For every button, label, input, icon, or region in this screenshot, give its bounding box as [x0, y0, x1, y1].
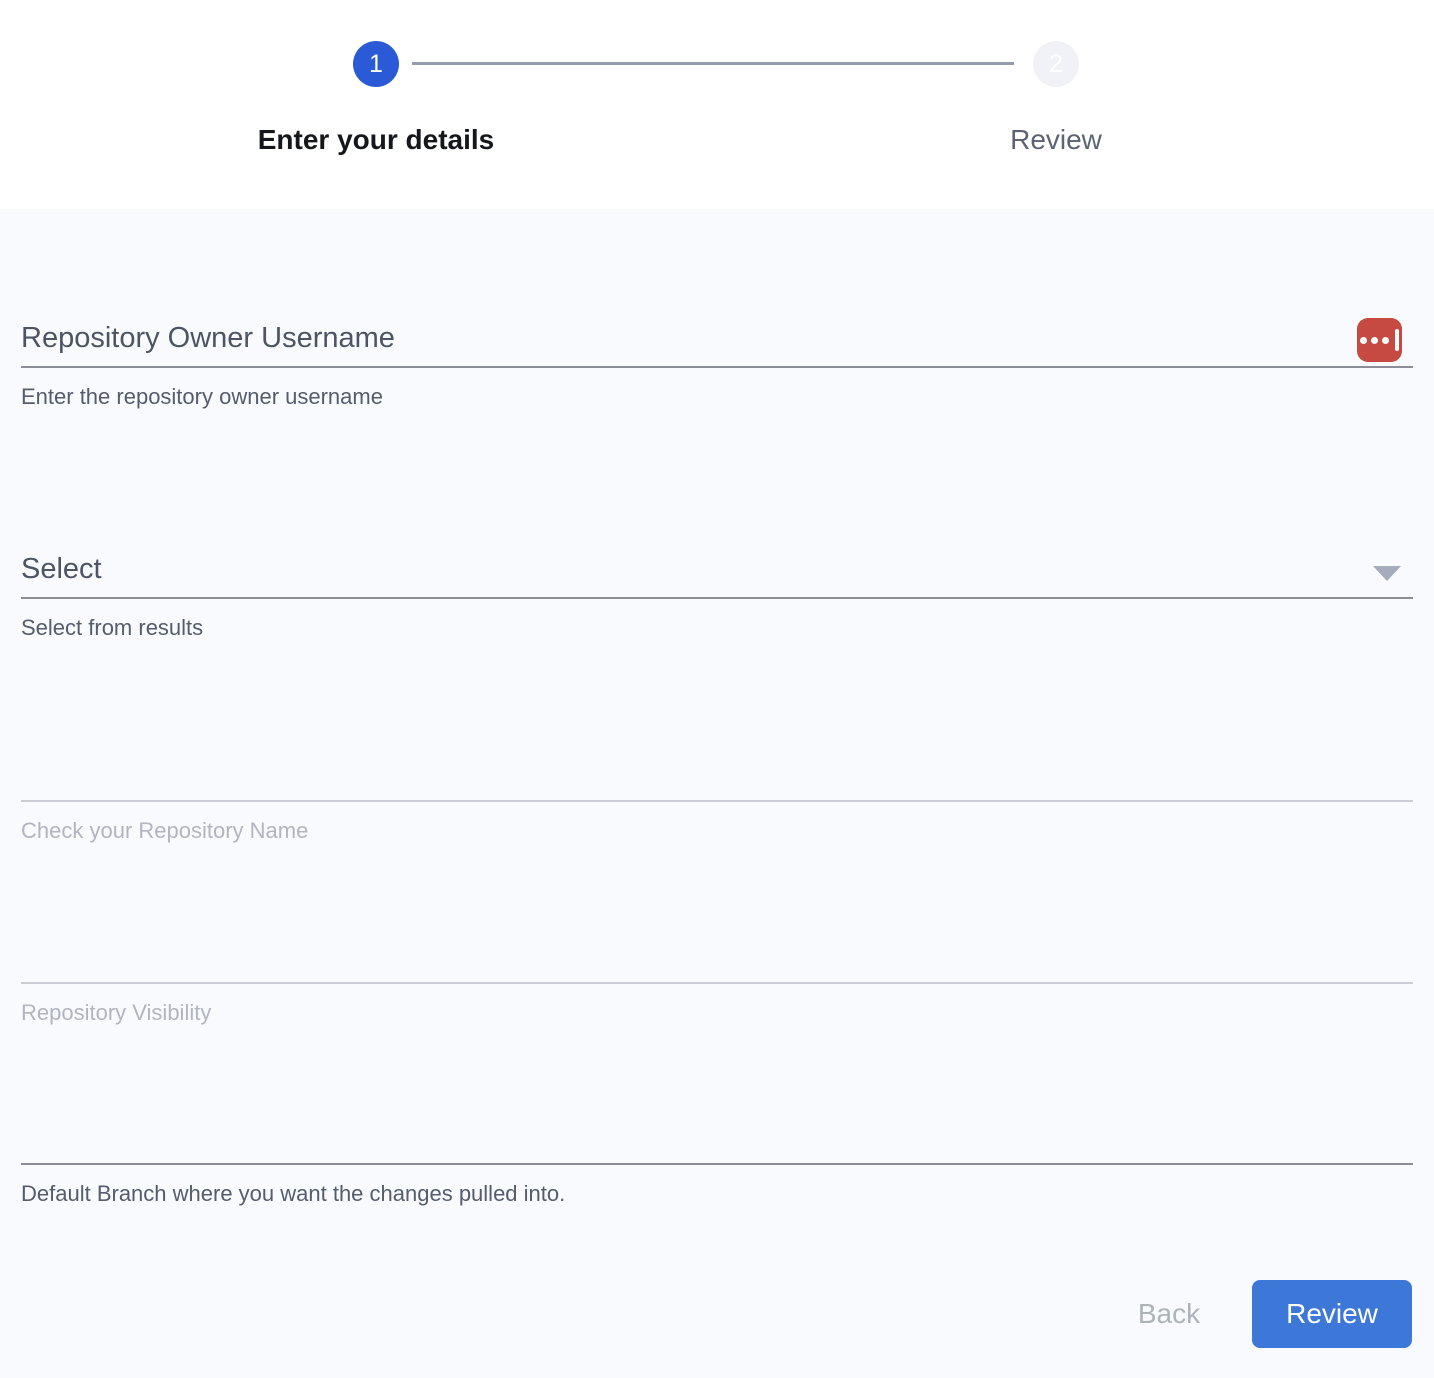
repository-name-input — [21, 756, 1353, 796]
field-underline — [21, 597, 1413, 599]
chevron-down-icon — [1373, 566, 1401, 581]
default-branch-helper-text: Default Branch where you want the change… — [21, 1181, 565, 1207]
select-dropdown-field[interactable]: Select Select from results — [21, 537, 1413, 649]
password-autofill-dot — [1371, 337, 1378, 344]
field-underline — [21, 366, 1413, 368]
select-helper-text: Select from results — [21, 615, 203, 641]
stepper: 1 2 Enter your details Review — [0, 0, 1434, 209]
wizard-page: 1 2 Enter your details Review Repository… — [0, 0, 1434, 1378]
stepper-connector — [412, 62, 1014, 65]
repository-visibility-helper-text: Repository Visibility — [21, 1000, 211, 1026]
field-underline — [21, 982, 1413, 984]
password-autofill-cursor — [1395, 329, 1399, 351]
step-2-indicator: 2 — [1033, 41, 1079, 87]
select-dropdown-value[interactable]: Select — [21, 553, 1353, 593]
repository-name-field: Check your Repository Name — [21, 740, 1413, 852]
back-button[interactable]: Back — [1086, 1282, 1252, 1346]
repository-visibility-field: Repository Visibility — [21, 922, 1413, 1034]
password-autofill-icon[interactable] — [1357, 318, 1402, 362]
password-autofill-dot — [1360, 337, 1367, 344]
field-underline — [21, 800, 1413, 802]
repository-visibility-input — [21, 938, 1353, 978]
review-button[interactable]: Review — [1252, 1280, 1412, 1348]
field-underline — [21, 1163, 1413, 1165]
step-1-indicator: 1 — [353, 41, 399, 87]
repository-owner-helper-text: Enter the repository owner username — [21, 384, 383, 410]
repository-owner-username-input[interactable]: Repository Owner Username — [21, 322, 1353, 362]
default-branch-field[interactable]: Default Branch where you want the change… — [21, 1103, 1413, 1215]
form-area: Repository Owner Username Enter the repo… — [0, 209, 1434, 1378]
repository-owner-username-field[interactable]: Repository Owner Username Enter the repo… — [21, 306, 1413, 418]
repository-name-helper-text: Check your Repository Name — [21, 818, 308, 844]
default-branch-input[interactable] — [21, 1119, 1353, 1159]
step-1-label: Enter your details — [126, 124, 626, 156]
password-autofill-dot — [1382, 337, 1389, 344]
step-2-label: Review — [806, 124, 1306, 156]
